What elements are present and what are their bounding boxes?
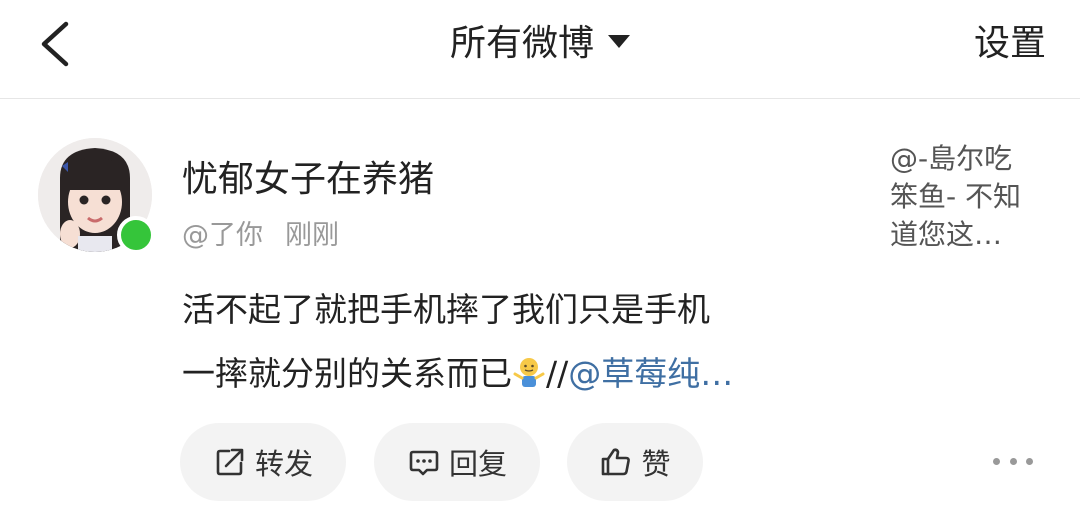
reply-label: 回复 xyxy=(448,447,507,481)
dot xyxy=(1009,457,1017,465)
like-button[interactable]: 赞 xyxy=(567,423,703,501)
repost-button[interactable]: 转发 xyxy=(180,423,346,501)
top-bar: 所有微博 设置 xyxy=(0,0,1080,99)
post-content: 活不起了就把手机摔了我们只是手机 一摔就分别的关系而已 //@草莓纯… xyxy=(182,278,862,406)
timestamp: 刚刚 xyxy=(285,220,339,251)
share-icon xyxy=(216,448,244,476)
content-line: 活不起了就把手机摔了我们只是手机 xyxy=(182,290,710,329)
online-status-dot xyxy=(117,216,155,254)
repost-separator: // xyxy=(546,354,569,393)
quoted-comment-preview[interactable]: @-島尔吃 笨鱼- 不知 道您这… xyxy=(890,140,1060,254)
comment-icon xyxy=(409,450,439,476)
dot xyxy=(993,457,1000,465)
feed-filter-dropdown[interactable]: 所有微博 xyxy=(0,14,1080,74)
post-meta: @了你 刚刚 xyxy=(182,213,339,252)
settings-button[interactable]: 设置 xyxy=(974,14,1046,74)
dot xyxy=(1026,457,1033,465)
shrug-emoji-icon xyxy=(513,357,545,387)
more-dots-icon[interactable] xyxy=(993,446,1033,476)
content-line-2: 一摔就分别的关系而已 //@草莓纯… xyxy=(182,342,862,406)
reply-button[interactable]: 回复 xyxy=(374,423,540,501)
reply-to-mention[interactable]: @了你 xyxy=(182,220,263,251)
repost-label: 转发 xyxy=(254,447,313,481)
username[interactable]: 忧郁女子在养猪 xyxy=(182,150,434,202)
page-title: 所有微博 xyxy=(449,23,594,64)
content-text: 一摔就分别的关系而已 xyxy=(182,354,512,393)
thumbs-up-icon xyxy=(602,448,631,476)
quoted-line: 笨鱼- 不知 xyxy=(890,180,1022,213)
mention-link[interactable]: @草莓纯… xyxy=(568,354,733,393)
like-label: 赞 xyxy=(641,447,671,481)
quoted-line: 道您这… xyxy=(890,218,1003,251)
caret-down-icon xyxy=(608,34,630,48)
quoted-line: @-島尔吃 xyxy=(890,142,1013,175)
